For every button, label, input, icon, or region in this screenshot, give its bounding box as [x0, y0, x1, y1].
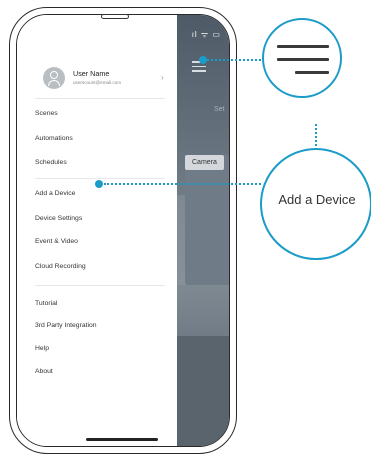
menu-item-third-party[interactable]: 3rd Party Integration	[35, 322, 97, 329]
divider	[35, 178, 165, 179]
menu-item-schedules[interactable]: Schedules	[35, 159, 67, 166]
callout-marker	[95, 180, 103, 188]
callout-label-add-device: Add a Device	[278, 192, 356, 207]
menu-item-tutorial[interactable]: Tutorial	[35, 300, 57, 307]
menu-item-cloud-recording[interactable]: Cloud Recording	[35, 263, 86, 270]
phone-frame: ıl ᯤ ▭ Set Camera User Name userscount@e…	[9, 7, 237, 454]
camera-tab[interactable]: Camera	[185, 155, 224, 170]
app-background: ıl ᯤ ▭ Set Camera	[177, 15, 229, 446]
menu-item-add-device[interactable]: Add a Device	[35, 190, 75, 197]
background-floor	[177, 336, 229, 446]
callout-line	[104, 183, 261, 185]
hamburger-menu-icon	[277, 45, 329, 74]
camera-card[interactable]	[185, 155, 229, 285]
side-drawer: User Name userscount@email.com › Scenes …	[17, 15, 177, 446]
divider	[35, 285, 165, 286]
callout-marker	[199, 56, 207, 64]
user-email: userscount@email.com	[73, 80, 122, 85]
menu-item-help[interactable]: Help	[35, 345, 49, 352]
menu-item-about[interactable]: About	[35, 368, 53, 375]
partial-label: Set	[214, 106, 225, 113]
status-icons: ıl ᯤ ▭	[191, 30, 221, 39]
menu-item-device-settings[interactable]: Device Settings	[35, 215, 82, 222]
callout-line	[207, 59, 265, 61]
menu-item-automations[interactable]: Automations	[35, 135, 73, 142]
home-indicator	[86, 438, 158, 441]
menu-item-event-video[interactable]: Event & Video	[35, 238, 78, 245]
menu-item-scenes[interactable]: Scenes	[35, 110, 58, 117]
chevron-right-icon[interactable]: ›	[161, 73, 164, 82]
avatar-icon[interactable]	[43, 67, 65, 89]
phone-speaker	[101, 14, 129, 19]
divider	[35, 98, 165, 99]
user-name[interactable]: User Name	[73, 69, 109, 78]
callout-connector	[315, 124, 317, 146]
phone-screen: ıl ᯤ ▭ Set Camera User Name userscount@e…	[16, 14, 230, 447]
